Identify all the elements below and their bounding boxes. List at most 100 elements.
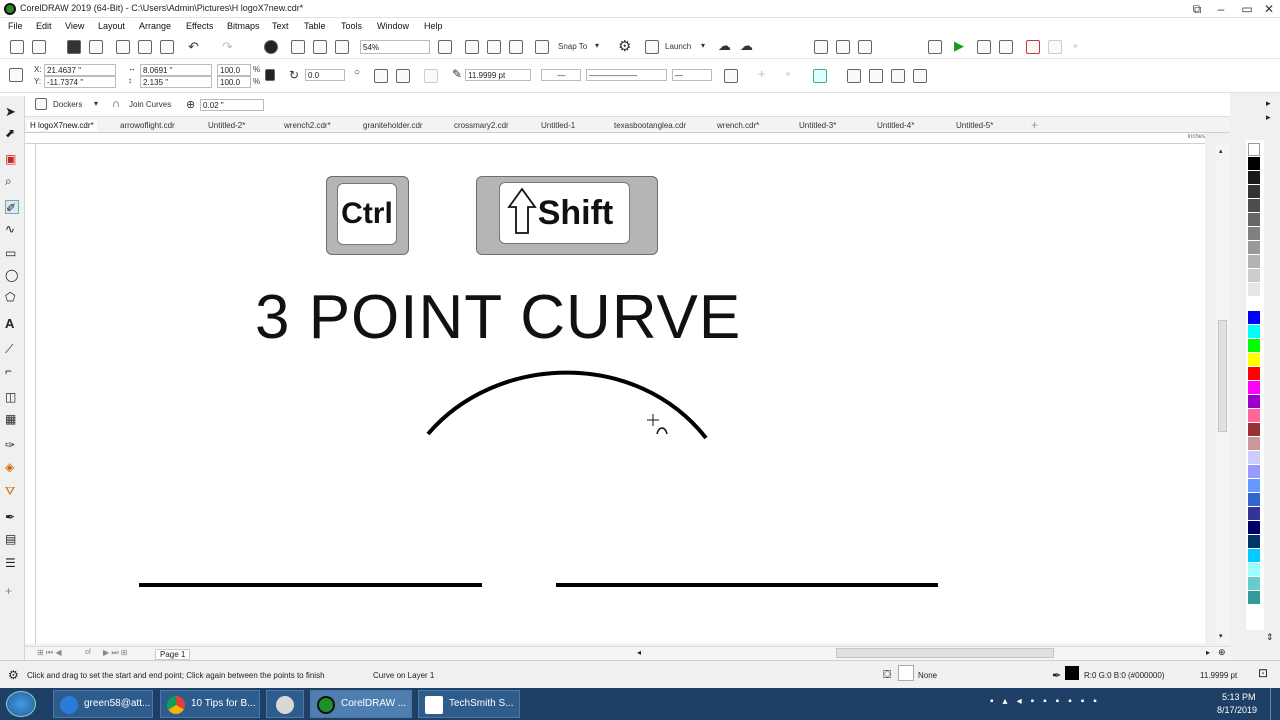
start-button[interactable]: [6, 691, 36, 717]
horizontal-ruler[interactable]: inches: [25, 133, 1205, 144]
color-swatch[interactable]: [1248, 199, 1260, 212]
color-swatch[interactable]: [1248, 549, 1260, 562]
interactive-fill-icon[interactable]: ◈: [5, 460, 19, 474]
taskbar-item-ie[interactable]: green58@att...: [53, 690, 153, 718]
page-1-tab[interactable]: Page 1: [155, 649, 191, 660]
color-swatch[interactable]: [1248, 437, 1260, 450]
color-swatch[interactable]: [1248, 521, 1260, 534]
cut-icon[interactable]: [116, 40, 130, 54]
alignment-guides-icon[interactable]: [535, 40, 549, 54]
undo-icon[interactable]: ↶: [188, 39, 199, 55]
menu-lines-icon[interactable]: ☰: [5, 556, 19, 570]
zoom-fit-icon[interactable]: ⊕: [1218, 647, 1226, 658]
color-swatch[interactable]: [1248, 185, 1260, 198]
menu-tools[interactable]: Tools: [341, 21, 362, 31]
menu-text[interactable]: Text: [272, 21, 289, 31]
drawing-canvas[interactable]: Ctrl Shift 3 POINT CURVE: [36, 144, 1205, 644]
menu-view[interactable]: View: [65, 21, 84, 31]
scroll-left-icon[interactable]: ◂: [637, 648, 641, 657]
outline-color-swatch[interactable]: [1065, 666, 1079, 680]
menu-file[interactable]: File: [8, 21, 23, 31]
macro-pause-icon[interactable]: [1048, 40, 1062, 54]
color-swatch[interactable]: [1248, 227, 1260, 240]
outline-pen-tool-icon[interactable]: ✒: [5, 510, 19, 524]
tab-untitled-2[interactable]: Untitled-2*: [208, 121, 245, 130]
vertical-scroll-thumb[interactable]: [1218, 320, 1227, 432]
menu-window[interactable]: Window: [377, 21, 409, 31]
menu-arrange[interactable]: Arrange: [139, 21, 171, 31]
menu-help[interactable]: Help: [424, 21, 443, 31]
scroll-down-icon[interactable]: ▾: [1219, 632, 1223, 640]
scroll-right-icon[interactable]: ▸: [1266, 98, 1271, 109]
color-swatch[interactable]: [1248, 395, 1260, 408]
crop-tool-icon[interactable]: ▣: [5, 152, 19, 166]
tab-crossmary2[interactable]: crossmary2.cdr: [454, 121, 509, 130]
tab-h-logox7new[interactable]: H logoX7new.cdr*: [27, 120, 97, 131]
play-macro-icon[interactable]: ▶: [954, 38, 964, 54]
gear-icon[interactable]: ⚙: [618, 37, 631, 55]
color-swatch[interactable]: [1248, 423, 1260, 436]
scroll-right-icon[interactable]: ▸: [1206, 648, 1210, 657]
menu-edit[interactable]: Edit: [36, 21, 52, 31]
color-swatch[interactable]: [1248, 269, 1260, 282]
curve-tool-icon[interactable]: ✐: [5, 200, 19, 215]
color-swatch[interactable]: [1248, 465, 1260, 478]
cloud-upload-icon[interactable]: ☁: [718, 38, 731, 54]
application-launcher-icon[interactable]: [645, 40, 659, 54]
y-position-field[interactable]: -11.7374 ": [44, 76, 116, 88]
smart-fill-icon[interactable]: ⛛: [5, 484, 19, 498]
color-swatch[interactable]: [1248, 353, 1260, 366]
menu-table[interactable]: Table: [304, 21, 326, 31]
start-arrowhead-select[interactable]: —: [541, 69, 581, 81]
close-button[interactable]: ✕: [1256, 0, 1280, 18]
snap-to-dropdown[interactable]: Snap To: [558, 42, 587, 51]
taskbar-item-chrome[interactable]: 10 Tips for B...: [160, 690, 260, 718]
pick-tool-icon[interactable]: ➤: [5, 104, 19, 119]
color-swatch[interactable]: [1248, 535, 1260, 548]
color-swatch[interactable]: [1248, 325, 1260, 338]
end-arrowhead-select[interactable]: —: [672, 69, 712, 81]
polygon-tool-icon[interactable]: ⬠: [5, 290, 19, 304]
scale-y-field[interactable]: 100.0: [217, 76, 251, 88]
color-swatch[interactable]: [1248, 381, 1260, 394]
gear-icon[interactable]: ⚙: [8, 668, 19, 682]
color-swatch[interactable]: [1248, 479, 1260, 492]
macro-stop-icon[interactable]: [1026, 40, 1040, 54]
horizontal-line-left[interactable]: [139, 583, 482, 587]
fill-tool-icon[interactable]: ▤: [5, 532, 19, 546]
show-grid-icon[interactable]: [487, 40, 501, 54]
color-swatch[interactable]: [1248, 451, 1260, 464]
rotation-field[interactable]: 0.0: [305, 69, 345, 81]
parallel-dimension-icon[interactable]: ⟋: [5, 342, 19, 356]
status-settings-icon[interactable]: ⊡: [1258, 666, 1268, 680]
color-swatch[interactable]: [1248, 493, 1260, 506]
three-point-curve[interactable]: [416, 354, 716, 444]
tab-wrench[interactable]: wrench.cdr*: [717, 121, 759, 130]
tab-wrench2[interactable]: wrench2.cdr*: [284, 121, 331, 130]
width-field[interactable]: 8.0691 ": [140, 64, 212, 76]
x-position-field[interactable]: 21.4637 ": [44, 64, 116, 76]
object-origin-icon[interactable]: [9, 68, 23, 82]
more-chevron-icon[interactable]: »: [786, 69, 790, 78]
artistic-media-icon[interactable]: ∿: [5, 222, 19, 236]
ellipse-tool-icon[interactable]: ◯: [5, 268, 19, 282]
taskbar-item-techsmith[interactable]: TechSmith S...: [418, 690, 520, 718]
menu-layout[interactable]: Layout: [98, 21, 125, 31]
line-style-select[interactable]: ——————: [586, 69, 667, 81]
show-rulers-icon[interactable]: [465, 40, 479, 54]
publish-pdf-icon[interactable]: [335, 40, 349, 54]
redo-icon[interactable]: ↷: [222, 39, 233, 55]
tab-untitled-5[interactable]: Untitled-5*: [956, 121, 993, 130]
taskbar-item-coreldraw[interactable]: CorelDRAW ...: [310, 690, 412, 718]
rotation-center-icon[interactable]: ○: [354, 67, 360, 78]
plus-icon[interactable]: +: [758, 66, 766, 81]
save-icon[interactable]: [67, 40, 81, 54]
macro-edit-icon[interactable]: [977, 40, 991, 54]
color-swatch[interactable]: [1248, 507, 1260, 520]
print-icon[interactable]: [89, 40, 103, 54]
mirror-horizontal-icon[interactable]: [374, 69, 388, 83]
menu-bitmaps[interactable]: Bitmaps: [227, 21, 260, 31]
minimize-button[interactable]: –: [1208, 0, 1234, 18]
page-nav-controls[interactable]: ⊞ ⏮ ◀: [37, 648, 62, 658]
color-swatch[interactable]: [1248, 563, 1260, 576]
